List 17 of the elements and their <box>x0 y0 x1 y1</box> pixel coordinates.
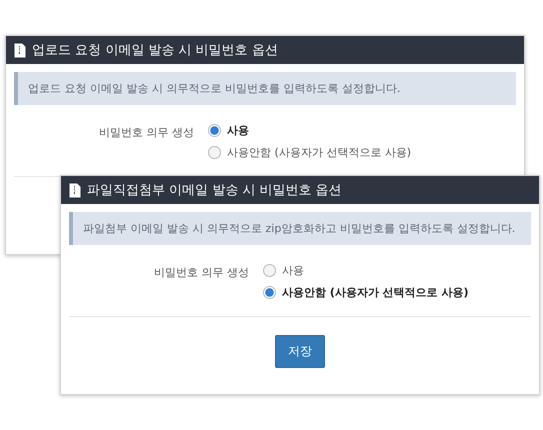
radio-button[interactable] <box>263 286 276 299</box>
radio-button[interactable] <box>208 146 221 159</box>
zip-file-icon <box>69 182 81 198</box>
save-button[interactable]: 저장 <box>275 335 325 368</box>
radio-label[interactable]: 사용 <box>282 263 304 278</box>
radio-label[interactable]: 사용안함 (사용자가 선택적으로 사용) <box>227 145 412 160</box>
radio-button[interactable] <box>208 124 221 137</box>
radio-label[interactable]: 사용안함 (사용자가 선택적으로 사용) <box>282 285 469 300</box>
info-notice: 파일첨부 이메일 발송 시 의무적으로 zip암호화하고 비밀번호를 입력하도록 설정합니다. <box>69 212 531 245</box>
radio-label[interactable]: 사용 <box>227 123 249 138</box>
panel-title: 파일직접첨부 이메일 발송 시 비밀번호 옵션 <box>87 182 342 199</box>
field-label: 비밀번호 의무 생성 <box>153 265 249 281</box>
panel-title: 업로드 요청 이메일 발송 시 비밀번호 옵션 <box>32 42 278 59</box>
radio-button[interactable] <box>263 264 276 277</box>
zip-file-icon <box>14 42 26 58</box>
info-notice: 업로드 요청 이메일 발송 시 의무적으로 비밀번호를 입력하도록 설정합니다. <box>14 72 516 105</box>
field-label: 비밀번호 의무 생성 <box>98 125 194 141</box>
